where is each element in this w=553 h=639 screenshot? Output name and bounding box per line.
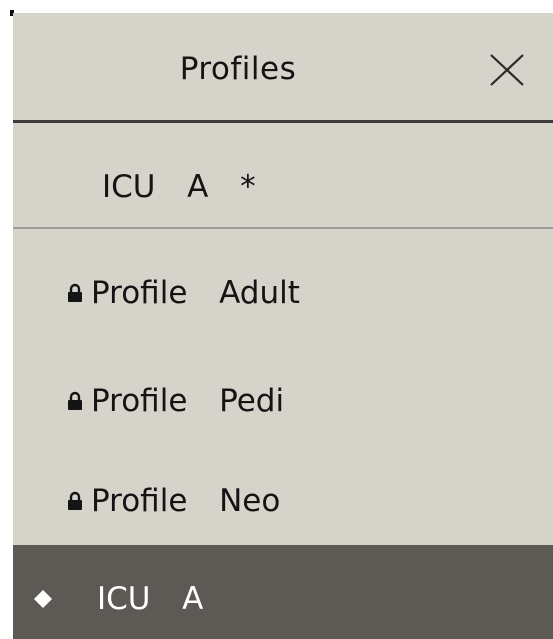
menu-item-icu-a[interactable]: ICU A: [13, 545, 553, 639]
menu-item-label: Profile Neo: [91, 483, 281, 519]
menu-header: Profiles: [13, 13, 553, 123]
menu-item-label: Profile Pedi: [91, 383, 285, 419]
close-button[interactable]: [487, 53, 527, 87]
menu-item-label: ICU A: [97, 581, 204, 617]
menu-item-profile-pedi[interactable]: Profile Pedi: [13, 337, 553, 445]
menu-title: Profiles: [179, 51, 297, 87]
header-divider: [13, 120, 553, 123]
menu-item-label: Profile Adult: [91, 275, 300, 311]
close-icon: [490, 54, 524, 86]
current-profile-label: ICU A *: [102, 169, 256, 205]
menu-item-profile-neo[interactable]: Profile Neo: [13, 437, 553, 545]
menu-item-profile-adult[interactable]: Profile Adult: [13, 229, 553, 337]
current-profile-row: ICU A *: [13, 126, 553, 228]
lock-icon: [68, 283, 82, 302]
profiles-menu: Profiles ICU A * Profile Adult Profile P…: [13, 13, 553, 639]
lock-icon: [68, 391, 82, 410]
lock-icon: [68, 491, 82, 510]
diamond-icon: [34, 590, 52, 608]
